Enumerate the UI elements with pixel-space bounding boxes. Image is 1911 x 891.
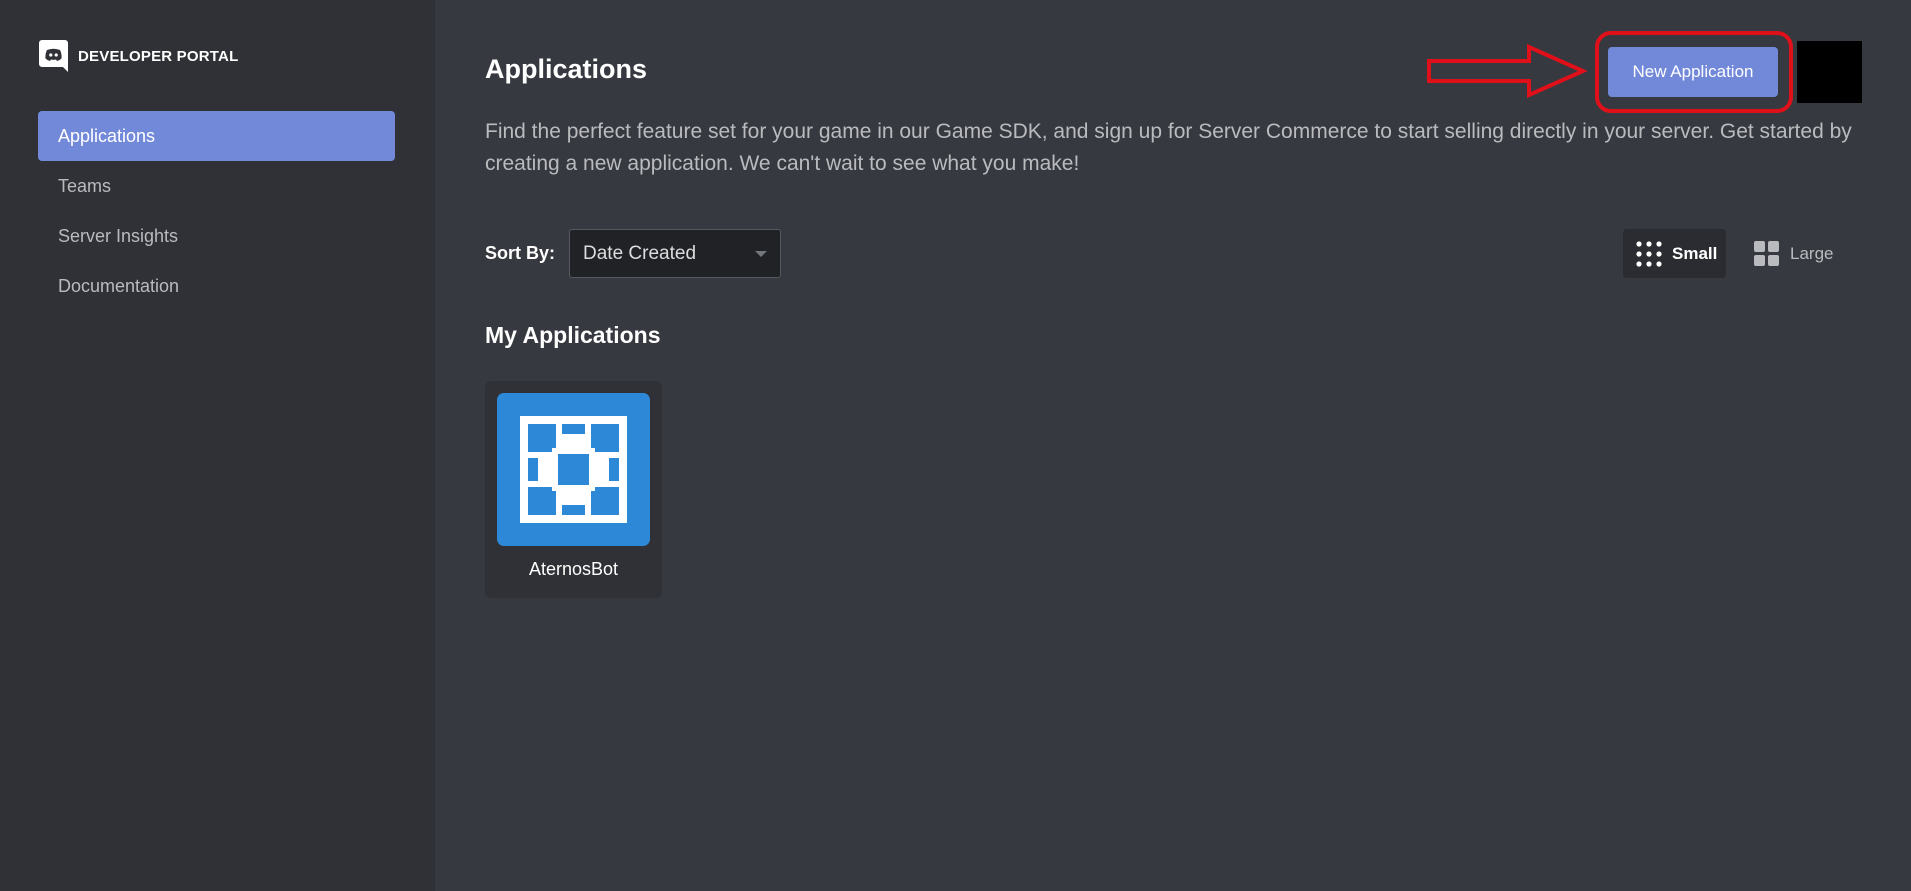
sidebar-item-server-insights[interactable]: Server Insights	[38, 211, 395, 261]
sort-select[interactable]: Date Created	[569, 229, 781, 278]
sidebar: DEVELOPER PORTAL Applications Teams Serv…	[0, 0, 435, 891]
aternos-icon	[497, 393, 650, 546]
main-content: Applications Find the perfect feature se…	[435, 0, 1911, 891]
grid-small-icon	[1636, 240, 1662, 267]
discord-logo-icon	[38, 39, 69, 73]
chevron-down-icon	[755, 251, 767, 257]
grid-large-icon	[1754, 240, 1779, 266]
view-large-button[interactable]: Large	[1741, 229, 1844, 278]
new-application-button[interactable]: New Application	[1608, 47, 1778, 97]
app-name: AternosBot	[528, 559, 619, 579]
view-small-button[interactable]: Small	[1623, 229, 1726, 278]
sort-label: Sort By:	[485, 243, 556, 263]
sidebar-item-teams[interactable]: Teams	[38, 161, 395, 211]
brand[interactable]: DEVELOPER PORTAL	[38, 38, 238, 74]
sidebar-item-documentation[interactable]: Documentation	[38, 261, 395, 311]
section-title: My Applications	[485, 322, 661, 348]
page-description: Find the perfect feature set for your ga…	[485, 120, 1852, 175]
app-card-aternosbot[interactable]: AternosBot	[485, 381, 662, 598]
view-small-label: Small	[1672, 243, 1718, 263]
avatar[interactable]	[1797, 41, 1862, 103]
sidebar-item-applications[interactable]: Applications	[38, 111, 395, 161]
annotation-arrow-icon	[1427, 44, 1587, 98]
sidebar-nav: Applications Teams Server Insights Docum…	[38, 111, 395, 311]
view-large-label: Large	[1790, 243, 1834, 263]
page-title: Applications	[485, 54, 648, 84]
sort-value: Date Created	[583, 242, 697, 264]
brand-title: DEVELOPER PORTAL	[78, 47, 239, 65]
